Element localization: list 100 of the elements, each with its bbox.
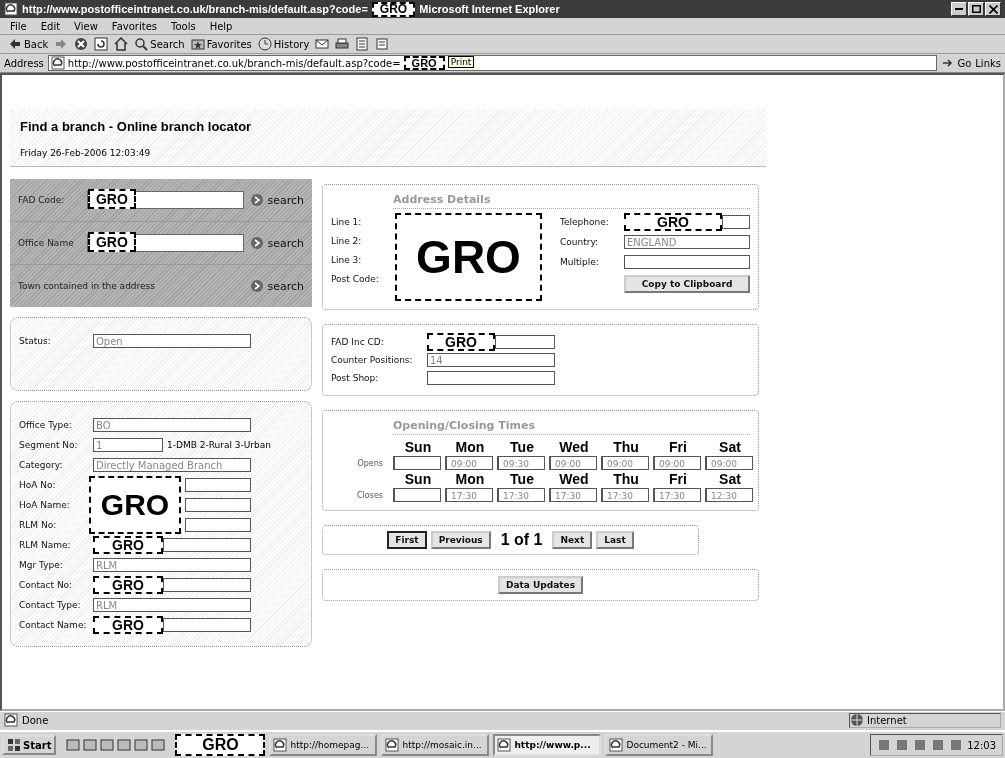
redaction-box: GRO <box>427 333 495 351</box>
day-heading: Fri <box>668 471 688 487</box>
time-field[interactable]: 17:30 <box>445 488 493 502</box>
menu-item[interactable]: Help <box>209 20 233 32</box>
start-button[interactable]: Start <box>2 735 57 755</box>
menu-item[interactable]: View <box>74 20 98 32</box>
time-field[interactable]: 12:30 <box>705 488 753 502</box>
time-field[interactable]: 09:30 <box>497 456 545 470</box>
toolbar-button[interactable]: Back <box>8 37 49 51</box>
stop-icon[interactable] <box>74 37 89 51</box>
text-field[interactable] <box>185 518 251 532</box>
minimize-button[interactable] <box>951 2 967 16</box>
text-field[interactable] <box>185 478 251 492</box>
address-field[interactable]: http://www.postofficeintranet.co.uk/branch-mis/default.asp?code= GRO Print <box>47 55 938 71</box>
search-link[interactable]: search <box>250 193 304 207</box>
time-field[interactable]: 09:00 <box>445 456 493 470</box>
page-position: 1 of 1 <box>499 531 544 549</box>
close-button[interactable] <box>985 2 1001 16</box>
day-heading: Mon <box>454 471 486 487</box>
window-title: http://www.postofficeintranet.co.uk/branch-mis/default.asp?code= <box>22 3 368 15</box>
text-field[interactable]: RLM <box>93 598 251 612</box>
menu-item[interactable]: File <box>10 20 27 32</box>
redaction-box: GRO <box>88 232 136 252</box>
toolbar-button[interactable]: History <box>257 37 310 51</box>
window-icon[interactable] <box>117 738 132 752</box>
text-field[interactable] <box>185 498 251 512</box>
taskbar-button[interactable]: http://www.p... <box>493 734 602 756</box>
text-field[interactable]: 14 <box>427 353 555 367</box>
text-field[interactable] <box>427 371 555 385</box>
pager-button[interactable]: Next <box>552 531 593 549</box>
text-field[interactable]: BO <box>93 418 251 432</box>
pager-button[interactable]: First <box>387 531 427 549</box>
redaction-box: GRO <box>175 734 266 756</box>
field-label: Multiple: <box>560 257 600 267</box>
redaction-box: GRO <box>403 56 445 70</box>
field-label: Office Name <box>18 238 75 248</box>
time-field[interactable]: 17:30 <box>653 488 701 502</box>
go-button[interactable]: Go <box>941 56 972 70</box>
time-field[interactable]: 09:00 <box>653 456 701 470</box>
field-label: Office Type: <box>19 420 73 430</box>
printer-icon[interactable] <box>335 37 350 51</box>
time-field[interactable] <box>393 456 441 470</box>
tray-icon <box>913 738 928 752</box>
maximize-button[interactable] <box>968 2 984 16</box>
text-field[interactable]: GRO <box>87 191 245 209</box>
text-field[interactable]: Open <box>93 334 251 348</box>
text-field[interactable] <box>495 335 555 349</box>
day-heading: Sun <box>403 471 433 487</box>
time-field[interactable]: 17:30 <box>497 488 545 502</box>
field-label: Contact Name: <box>19 620 88 630</box>
toolbar-button[interactable]: Favorites <box>190 37 252 51</box>
envelope-icon[interactable] <box>315 37 330 51</box>
time-field[interactable]: 09:00 <box>601 456 649 470</box>
taskbar-button[interactable]: http://mosaic.in... <box>381 734 490 756</box>
window-icon <box>273 738 288 752</box>
taskbar-button[interactable]: Document2 - Mi... <box>605 734 714 756</box>
text-field[interactable] <box>624 255 750 269</box>
text-field[interactable] <box>163 618 251 632</box>
time-field[interactable] <box>393 488 441 502</box>
copy-button[interactable]: Copy to Clipboard <box>624 275 750 293</box>
arrow-circle-icon <box>250 279 265 293</box>
text-field[interactable]: ENGLAND <box>624 235 750 249</box>
search-link[interactable]: search <box>250 236 304 250</box>
arrow-circle-icon <box>250 193 265 207</box>
text-field[interactable]: GRO <box>87 234 245 252</box>
text-field[interactable] <box>163 538 251 552</box>
data-updates-button[interactable]: Data Updates <box>497 576 584 594</box>
day-heading: Thu <box>612 439 640 455</box>
pager-button[interactable]: Previous <box>430 531 491 549</box>
links-button[interactable]: Links <box>975 57 1001 69</box>
home-icon[interactable] <box>114 37 129 51</box>
address-label: Address <box>4 57 44 69</box>
time-field[interactable]: 17:30 <box>601 488 649 502</box>
window-icon[interactable] <box>134 738 149 752</box>
clock-icon <box>257 37 272 51</box>
minimize-icon <box>955 8 963 10</box>
text-field[interactable]: Directly Managed Branch <box>93 458 251 472</box>
text-field[interactable] <box>163 578 251 592</box>
page-icon <box>50 56 65 70</box>
pager-button[interactable]: Last <box>596 531 634 549</box>
taskbar-button[interactable]: http://homepag... <box>269 734 378 756</box>
text-field[interactable]: RLM <box>93 558 251 572</box>
text-field[interactable] <box>722 215 750 229</box>
day-heading: Tue <box>509 439 535 455</box>
field-label: Line 1: <box>331 217 363 227</box>
field-label: HoA Name: <box>19 499 71 512</box>
day-heading: Sat <box>718 471 742 487</box>
menu-item[interactable]: Favorites <box>111 20 157 32</box>
time-field[interactable]: 17:30 <box>549 488 597 502</box>
status-text: Done <box>22 714 50 726</box>
page-icon[interactable] <box>375 37 390 51</box>
text-field[interactable]: 1 <box>93 438 163 452</box>
refresh-icon[interactable] <box>94 37 109 51</box>
search-link[interactable]: search <box>250 279 304 293</box>
time-field[interactable]: 09:00 <box>549 456 597 470</box>
menu-item[interactable]: Tools <box>171 20 196 32</box>
section-title: Opening/Closing Times <box>393 419 750 435</box>
toolbar-button[interactable]: Search <box>134 37 185 51</box>
time-field[interactable]: 09:00 <box>705 456 753 470</box>
menu-item[interactable]: Edit <box>40 20 61 32</box>
